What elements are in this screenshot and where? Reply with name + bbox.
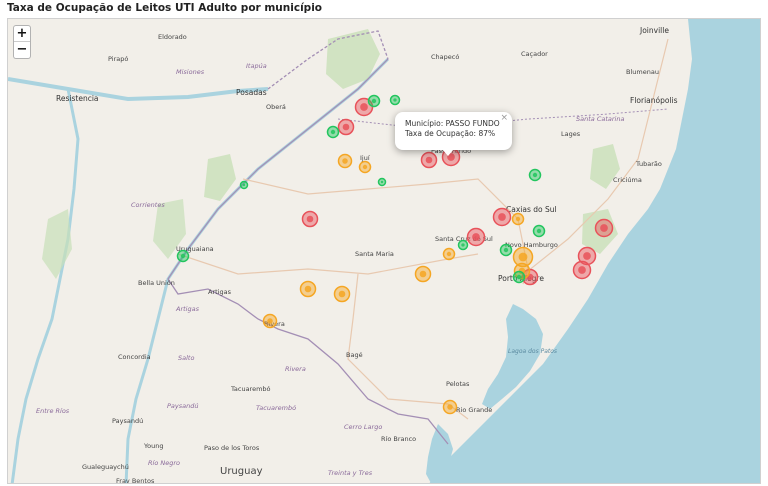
place-label: Artigas [175,305,200,313]
place-label: Oberá [266,103,286,111]
place-label: Blumenau [626,68,659,76]
place-label: Rio Grande [456,406,492,414]
place-label: Salto [178,354,194,362]
place-label: Uruguay [220,466,263,477]
occupancy-marker-core [342,123,350,131]
occupancy-marker-core [267,318,273,324]
place-label: Paso de los Toros [204,444,260,452]
occupancy-marker-core [342,158,348,164]
marker-popup: × Município: PASSO FUNDO Taxa de Ocupaçã… [395,112,512,150]
place-label: Florianópolis [630,96,678,105]
place-label: Río Branco [381,435,416,443]
occupancy-marker-core [330,129,336,135]
occupancy-marker-core [498,213,506,221]
occupancy-marker-core [461,243,465,247]
place-label: Lagoa dos Patos [508,348,557,355]
occupancy-marker-core [536,228,542,234]
popup-tip [442,149,454,156]
place-label: Tubarão [635,160,662,168]
place-label: Corrientes [131,201,165,209]
occupancy-marker-core [578,266,586,274]
place-label: Rivera [285,365,306,373]
occupancy-marker-core [242,183,246,187]
occupancy-marker-core [532,172,538,178]
occupancy-marker-core [425,156,433,164]
place-label: Pelotas [446,380,470,388]
occupancy-marker-core [447,404,453,410]
occupancy-marker-core [446,251,452,257]
place-label: Novo Hamburgo [505,241,558,249]
page-title: Taxa de Ocupação de Leitos UTI Adulto po… [7,2,323,14]
zoom-control: + − [13,25,31,59]
map-canvas[interactable]: Joinville Blumenau Florianópolis Santa Cata… [8,19,761,484]
place-label: Misiones [176,68,205,76]
occupancy-marker-core [338,290,346,298]
place-label: Bella Unión [138,279,175,287]
place-label: Paysandú [167,402,198,410]
occupancy-marker-core [393,98,397,102]
place-label: Caçador [521,50,548,58]
occupancy-marker-core [503,247,509,253]
occupancy-marker-core [371,98,377,104]
place-label: Joinville [639,26,669,35]
place-label: Cerro Largo [344,423,382,431]
occupancy-marker-core [304,285,312,293]
occupancy-marker-core [306,215,314,223]
place-label: Eldorado [158,33,187,41]
place-label: Chapecó [431,53,459,61]
popup-taxa: Taxa de Ocupação: 87% [405,129,496,138]
place-label: Treinta y Tres [328,469,373,477]
place-label: Tacuarembó [256,404,296,412]
place-label: Entre Ríos [36,407,70,415]
place-label: Bagé [346,351,363,359]
zoom-out-button[interactable]: − [14,42,30,58]
place-label: Santa Catarina [576,115,624,123]
occupancy-marker-core [472,233,480,241]
occupancy-marker-core [515,216,521,222]
place-label: Posadas [236,88,267,97]
place-label: Resistencia [56,94,99,103]
occupancy-marker-core [362,164,368,170]
place-label: Artigas [208,288,232,296]
place-label: Young [143,442,163,450]
occupancy-marker-core [360,103,368,111]
occupancy-marker-core [180,253,186,259]
close-icon[interactable]: × [500,113,508,123]
place-label: Fray Bentos [116,477,155,484]
place-label: Caxias do Sul [506,205,557,214]
place-label: Concordia [118,353,151,361]
zoom-in-button[interactable]: + [14,26,30,42]
place-label: Tacuarembó [230,385,271,393]
place-label: Río Negro [148,459,180,467]
place-label: Gualeguaychú [82,463,129,471]
occupancy-marker-core [380,180,384,184]
occupancy-marker-core [419,270,427,278]
place-label: Santa Maria [355,250,394,258]
place-label: Itapúa [246,62,267,70]
place-label: Paysandú [112,417,143,425]
place-label: Pirapó [108,55,128,63]
occupancy-marker-core [516,274,522,280]
place-label: Criciúma [613,176,642,184]
occupancy-marker-core [583,252,591,260]
occupancy-marker-core [518,252,528,262]
place-label: Lages [561,130,581,138]
occupancy-marker-core [600,224,608,232]
map-container[interactable]: Joinville Blumenau Florianópolis Santa Cata… [7,18,761,484]
popup-municipio: Município: PASSO FUNDO [405,119,500,128]
